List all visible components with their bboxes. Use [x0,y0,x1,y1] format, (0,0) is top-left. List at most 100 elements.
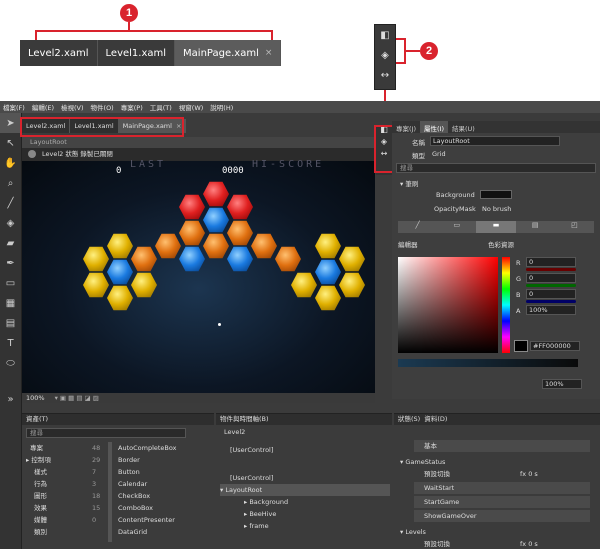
tree-item-selected[interactable]: ▾ LayoutRoot [220,484,390,496]
solid-brush-icon[interactable]: ▭ [437,221,476,233]
paint-bucket-icon[interactable]: ◈ [0,213,21,233]
hex-field[interactable]: #FF000000 [530,341,580,351]
zoom-value[interactable]: 100% [26,394,45,402]
state-group[interactable]: ▾ Levels [400,526,426,538]
gradient-stop-field[interactable]: 100% [542,379,582,389]
menu-object[interactable]: 物件(O) [91,102,114,112]
tree-item[interactable]: ▸ BeeHive [244,508,276,520]
name-field[interactable]: LayoutRoot [430,136,560,146]
tree-item[interactable]: ▸ frame [244,520,269,532]
menu-edit[interactable]: 編輯(E) [32,102,54,112]
brush-section-header[interactable]: ▾ 筆刷 [400,178,418,188]
asset-category[interactable]: 樣式 [34,468,47,476]
tree-item[interactable]: ▸ Background [244,496,288,508]
assets-icon[interactable]: » [0,389,21,409]
asset-item[interactable]: Calendar [118,478,147,490]
window-icon[interactable]: ◧ [375,25,395,45]
b-field[interactable]: 0 [526,289,576,299]
asset-item[interactable]: ContentPresenter [118,514,175,526]
rectangle-icon[interactable]: ▭ [0,273,21,293]
menu-view[interactable]: 檢視(V) [61,102,84,112]
transition-time[interactable]: fx 0 s [520,468,538,480]
hue-slider[interactable] [502,257,510,353]
asset-category[interactable]: 類別 [34,528,47,536]
gradient-brush-icon[interactable]: ▬ [476,221,516,233]
tab-data[interactable]: 資料(D) [424,415,447,423]
tile-brush-icon[interactable]: ▤ [516,221,555,233]
tab-results[interactable]: 結果(U) [448,121,479,133]
r-slider[interactable] [526,268,576,271]
close-icon[interactable]: × [265,48,273,58]
a-field[interactable]: 100% [526,305,576,315]
record-icon[interactable] [28,150,36,158]
resize-icon[interactable]: ↔ [375,65,395,85]
editor-tab[interactable]: 編輯器 [398,239,418,249]
breadcrumb[interactable]: LayoutRoot [22,137,375,148]
tab-project[interactable]: 專案(J) [392,121,420,133]
background-swatch[interactable] [480,190,512,199]
tab-properties[interactable]: 屬性(I) [420,121,448,133]
eyedropper-icon[interactable]: ╱ [0,193,21,213]
text-icon[interactable]: T [0,333,21,353]
zoom-icon[interactable]: ⌕ [0,173,21,193]
menu-window[interactable]: 視窗(W) [179,102,204,112]
asset-item[interactable]: CheckBox [118,490,150,502]
menu-help[interactable]: 說明(H) [210,102,233,112]
type-label: 類型 [412,152,425,160]
callout-tab-level2[interactable]: Level2.xaml [20,40,98,66]
gradient-icon[interactable]: ▰ [0,233,21,253]
transition-time[interactable]: fx 0 s [520,538,538,549]
g-slider[interactable] [526,284,576,287]
grid-icon[interactable]: ▦ [0,293,21,313]
menu-file[interactable]: 檔案(F) [3,102,25,112]
game-canvas[interactable]: LAST HI-SCORE 0 0000 [22,159,375,393]
g-field[interactable]: 0 [526,273,576,283]
tab-states[interactable]: 狀態(S) [398,415,420,423]
menu-tools[interactable]: 工具(T) [150,102,172,112]
opacitymask-label[interactable]: OpacityMask [434,205,476,213]
asset-item[interactable]: Button [118,466,140,478]
callout-tab-level1[interactable]: Level1.xaml [97,40,176,66]
r-field[interactable]: 0 [526,257,576,267]
pan-icon[interactable]: ✋ [0,153,21,173]
selection-icon[interactable]: ➤ [0,113,21,133]
pen-icon[interactable]: ✒ [0,253,21,273]
layout-icon[interactable]: ▤ [0,313,21,333]
callout-tab-mainpage[interactable]: MainPage.xaml × [175,40,282,66]
tree-item[interactable]: [UserControl] [230,444,273,456]
no-brush-icon[interactable]: ╱ [398,221,437,233]
assets-scrollbar[interactable] [108,442,112,542]
tree-item[interactable]: [UserControl] [230,472,273,484]
color-resource-tab[interactable]: 色彩資源 [488,239,514,249]
current-color-swatch [514,340,528,352]
properties-search[interactable]: 搜尋 [396,163,596,173]
direct-select-icon[interactable]: ↖ [0,133,21,153]
menu-project[interactable]: 專案(P) [121,102,143,112]
base-state[interactable]: 基本 [414,440,590,452]
asset-item[interactable]: ComboBox [118,502,153,514]
eye-icon[interactable]: ◈ [375,45,395,65]
controls-icon[interactable]: ⬭ [0,353,21,373]
gradient-bar[interactable] [398,359,578,367]
asset-category[interactable]: 效果 [34,504,47,512]
asset-category[interactable]: 專案 [30,444,43,452]
asset-category[interactable]: 控制項 [31,456,51,464]
asset-item[interactable]: DataGrid [118,526,147,538]
asset-category[interactable]: 媒體 [34,516,47,524]
asset-category[interactable]: 圖形 [34,492,47,500]
hex-yellow [339,272,365,298]
asset-item[interactable]: Border [118,454,140,466]
artboard[interactable]: LayoutRoot Level2 狀態 錄製已關閉 LAST HI-SCORE… [22,137,375,403]
resource-brush-icon[interactable]: ◰ [555,221,594,233]
level-breadcrumb[interactable]: Level2 [224,426,245,438]
asset-item[interactable]: AutoCompleteBox [118,442,177,454]
asset-category[interactable]: 行為 [34,480,47,488]
state-group[interactable]: ▾ GameStatus [400,456,445,468]
state-item[interactable]: ShowGameOver [414,510,590,522]
background-label[interactable]: Background [436,191,475,199]
assets-search[interactable]: 搜尋 [26,428,186,438]
b-slider[interactable] [526,300,576,303]
color-picker-area[interactable] [398,257,498,353]
state-item[interactable]: StartGame [414,496,590,508]
state-item[interactable]: WaitStart [414,482,590,494]
